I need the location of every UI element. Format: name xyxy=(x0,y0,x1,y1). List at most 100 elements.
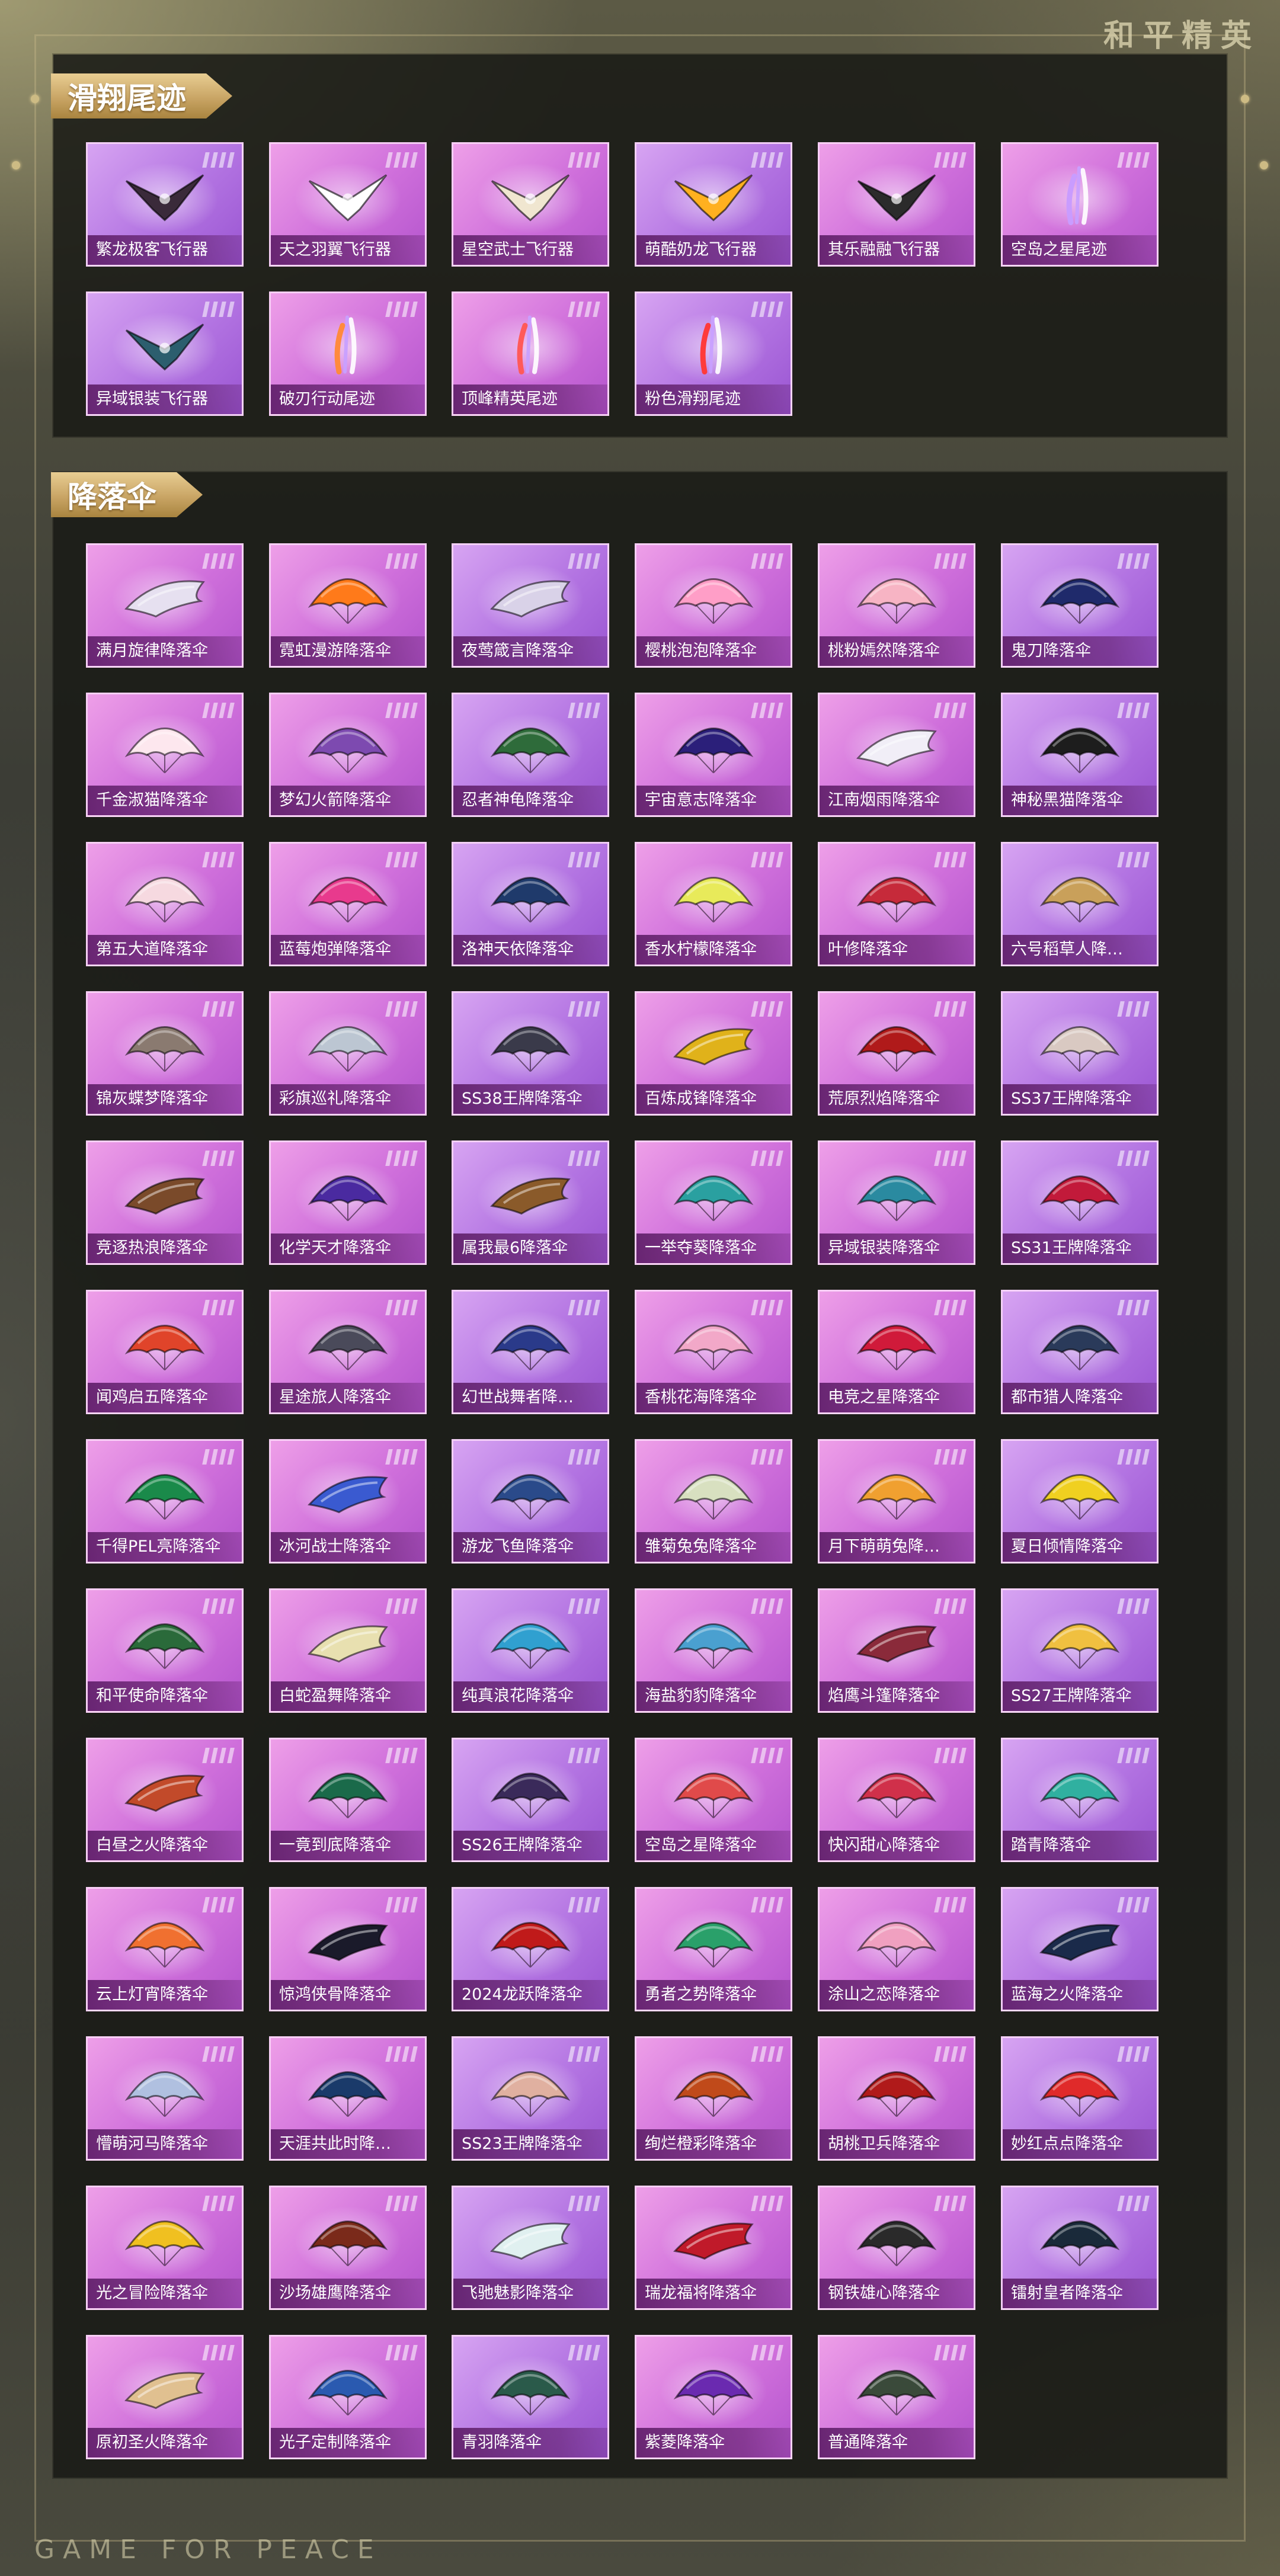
item-card[interactable]: 原初圣火降落伞 xyxy=(86,2335,244,2459)
item-card[interactable]: 樱桃泡泡降落伞 xyxy=(635,543,792,668)
item-card[interactable]: 繁龙极客飞行器 xyxy=(86,142,244,267)
item-card[interactable]: 踏青降落伞 xyxy=(1001,1738,1159,1862)
item-card[interactable]: SS26王牌降落伞 xyxy=(452,1738,609,1862)
item-card[interactable]: 天之羽翼飞行器 xyxy=(269,142,427,267)
item-card[interactable]: 星途旅人降落伞 xyxy=(269,1290,427,1414)
item-card[interactable]: 一举夺葵降落伞 xyxy=(635,1140,792,1265)
item-card[interactable]: 千得PEL亮降落伞 xyxy=(86,1439,244,1563)
item-card[interactable]: 梦幻火箭降落伞 xyxy=(269,693,427,817)
item-card[interactable]: 纯真浪花降落伞 xyxy=(452,1588,609,1713)
item-card[interactable]: 空岛之星降落伞 xyxy=(635,1738,792,1862)
item-card[interactable]: 霓虹漫游降落伞 xyxy=(269,543,427,668)
item-card[interactable]: 涂山之恋降落伞 xyxy=(818,1887,975,2011)
item-card[interactable]: 紫菱降落伞 xyxy=(635,2335,792,2459)
item-card[interactable]: 萌酷奶龙飞行器 xyxy=(635,142,792,267)
item-card[interactable]: 飞驰魅影降落伞 xyxy=(452,2186,609,2310)
item-card[interactable]: 幻世战舞者降… xyxy=(452,1290,609,1414)
item-card[interactable]: 月下萌萌兔降… xyxy=(818,1439,975,1563)
item-card[interactable]: SS38王牌降落伞 xyxy=(452,991,609,1116)
item-card[interactable]: 破刃行动尾迹 xyxy=(269,291,427,416)
item-card[interactable]: 天涯共此时降… xyxy=(269,2036,427,2161)
item-card[interactable]: 游龙飞鱼降落伞 xyxy=(452,1439,609,1563)
item-card[interactable]: 顶峰精英尾迹 xyxy=(452,291,609,416)
item-card[interactable]: 勇者之势降落伞 xyxy=(635,1887,792,2011)
item-card[interactable]: 宇宙意志降落伞 xyxy=(635,693,792,817)
item-card[interactable]: 星空武士飞行器 xyxy=(452,142,609,267)
item-card[interactable]: 第五大道降落伞 xyxy=(86,842,244,966)
item-card[interactable]: 快闪甜心降落伞 xyxy=(818,1738,975,1862)
item-card[interactable]: 荒原烈焰降落伞 xyxy=(818,991,975,1116)
item-card[interactable]: 蓝莓炮弹降落伞 xyxy=(269,842,427,966)
item-card[interactable]: 雏菊兔兔降落伞 xyxy=(635,1439,792,1563)
item-card[interactable]: 满月旋律降落伞 xyxy=(86,543,244,668)
item-card[interactable]: 蓝海之火降落伞 xyxy=(1001,1887,1159,2011)
item-card[interactable]: 空岛之星尾迹 xyxy=(1001,142,1159,267)
frame-ornament-dot xyxy=(1241,95,1249,103)
item-card[interactable]: 绚烂橙彩降落伞 xyxy=(635,2036,792,2161)
item-card[interactable]: 2024龙跃降落伞 xyxy=(452,1887,609,2011)
parachute-icon xyxy=(1035,1609,1124,1677)
item-card[interactable]: 闻鸡启五降落伞 xyxy=(86,1290,244,1414)
item-name: 踏青降落伞 xyxy=(1003,1831,1157,1860)
parachute-icon xyxy=(669,713,758,781)
item-name: 都市猎人降落伞 xyxy=(1003,1383,1157,1412)
item-card[interactable]: SS37王牌降落伞 xyxy=(1001,991,1159,1116)
item-card[interactable]: 电竞之星降落伞 xyxy=(818,1290,975,1414)
item-card[interactable]: 妙红点点降落伞 xyxy=(1001,2036,1159,2161)
item-card[interactable]: 光之冒险降落伞 xyxy=(86,2186,244,2310)
item-card[interactable]: 光子定制降落伞 xyxy=(269,2335,427,2459)
item-card[interactable]: 粉色滑翔尾迹 xyxy=(635,291,792,416)
item-card[interactable]: 百炼成锋降落伞 xyxy=(635,991,792,1116)
item-card[interactable]: 江南烟雨降落伞 xyxy=(818,693,975,817)
item-card[interactable]: 一竟到底降落伞 xyxy=(269,1738,427,1862)
item-card[interactable]: 沙场雄鹰降落伞 xyxy=(269,2186,427,2310)
item-card[interactable]: 锦灰蝶梦降落伞 xyxy=(86,991,244,1116)
item-card[interactable]: 化学天才降落伞 xyxy=(269,1140,427,1265)
wing-icon xyxy=(120,564,209,632)
glider-icon xyxy=(852,163,941,231)
item-card[interactable]: 和平使命降落伞 xyxy=(86,1588,244,1713)
item-card[interactable]: 普通降落伞 xyxy=(818,2335,975,2459)
item-card[interactable]: 白昼之火降落伞 xyxy=(86,1738,244,1862)
item-card[interactable]: SS31王牌降落伞 xyxy=(1001,1140,1159,1265)
item-card[interactable]: 夜莺箴言降落伞 xyxy=(452,543,609,668)
item-card[interactable]: 神秘黑猫降落伞 xyxy=(1001,693,1159,817)
item-name: 涂山之恋降落伞 xyxy=(820,1980,974,2010)
item-card[interactable]: 焰鹰斗篷降落伞 xyxy=(818,1588,975,1713)
item-card[interactable]: 夏日倾情降落伞 xyxy=(1001,1439,1159,1563)
item-name: 宇宙意志降落伞 xyxy=(636,786,791,815)
item-name: 月下萌萌兔降… xyxy=(820,1532,974,1562)
item-card[interactable]: 懵萌河马降落伞 xyxy=(86,2036,244,2161)
item-card[interactable]: 六号稻草人降… xyxy=(1001,842,1159,966)
item-card[interactable]: SS27王牌降落伞 xyxy=(1001,1588,1159,1713)
item-card[interactable]: 海盐豹豹降落伞 xyxy=(635,1588,792,1713)
item-card[interactable]: 冰河战士降落伞 xyxy=(269,1439,427,1563)
item-card[interactable]: 都市猎人降落伞 xyxy=(1001,1290,1159,1414)
item-card[interactable]: 镭射皇者降落伞 xyxy=(1001,2186,1159,2310)
item-card[interactable]: 青羽降落伞 xyxy=(452,2335,609,2459)
item-card[interactable]: 香水柠檬降落伞 xyxy=(635,842,792,966)
item-card[interactable]: 竞逐热浪降落伞 xyxy=(86,1140,244,1265)
item-card[interactable]: 叶修降落伞 xyxy=(818,842,975,966)
item-card[interactable]: 香桃花海降落伞 xyxy=(635,1290,792,1414)
item-card[interactable]: 千金淑猫降落伞 xyxy=(86,693,244,817)
item-card[interactable]: 惊鸿侠骨降落伞 xyxy=(269,1887,427,2011)
item-card[interactable]: 洛神天依降落伞 xyxy=(452,842,609,966)
item-card[interactable]: 彩旗巡礼降落伞 xyxy=(269,991,427,1116)
item-card[interactable]: 胡桃卫兵降落伞 xyxy=(818,2036,975,2161)
item-card[interactable]: 云上灯宵降落伞 xyxy=(86,1887,244,2011)
item-card[interactable]: 异域银装降落伞 xyxy=(818,1140,975,1265)
item-card[interactable]: 属我最6降落伞 xyxy=(452,1140,609,1265)
item-card[interactable]: 异域银装飞行器 xyxy=(86,291,244,416)
trail-icon xyxy=(486,312,575,380)
item-card[interactable]: 钢铁雄心降落伞 xyxy=(818,2186,975,2310)
item-card[interactable]: 鬼刀降落伞 xyxy=(1001,543,1159,668)
item-card[interactable]: 其乐融融飞行器 xyxy=(818,142,975,267)
item-card[interactable]: 桃粉嫣然降落伞 xyxy=(818,543,975,668)
item-name: 光之冒险降落伞 xyxy=(88,2279,242,2308)
item-card[interactable]: 瑞龙福将降落伞 xyxy=(635,2186,792,2310)
item-card[interactable]: SS23王牌降落伞 xyxy=(452,2036,609,2161)
item-name: SS23王牌降落伞 xyxy=(453,2129,607,2159)
item-card[interactable]: 忍者神龟降落伞 xyxy=(452,693,609,817)
item-card[interactable]: 白蛇盈舞降落伞 xyxy=(269,1588,427,1713)
